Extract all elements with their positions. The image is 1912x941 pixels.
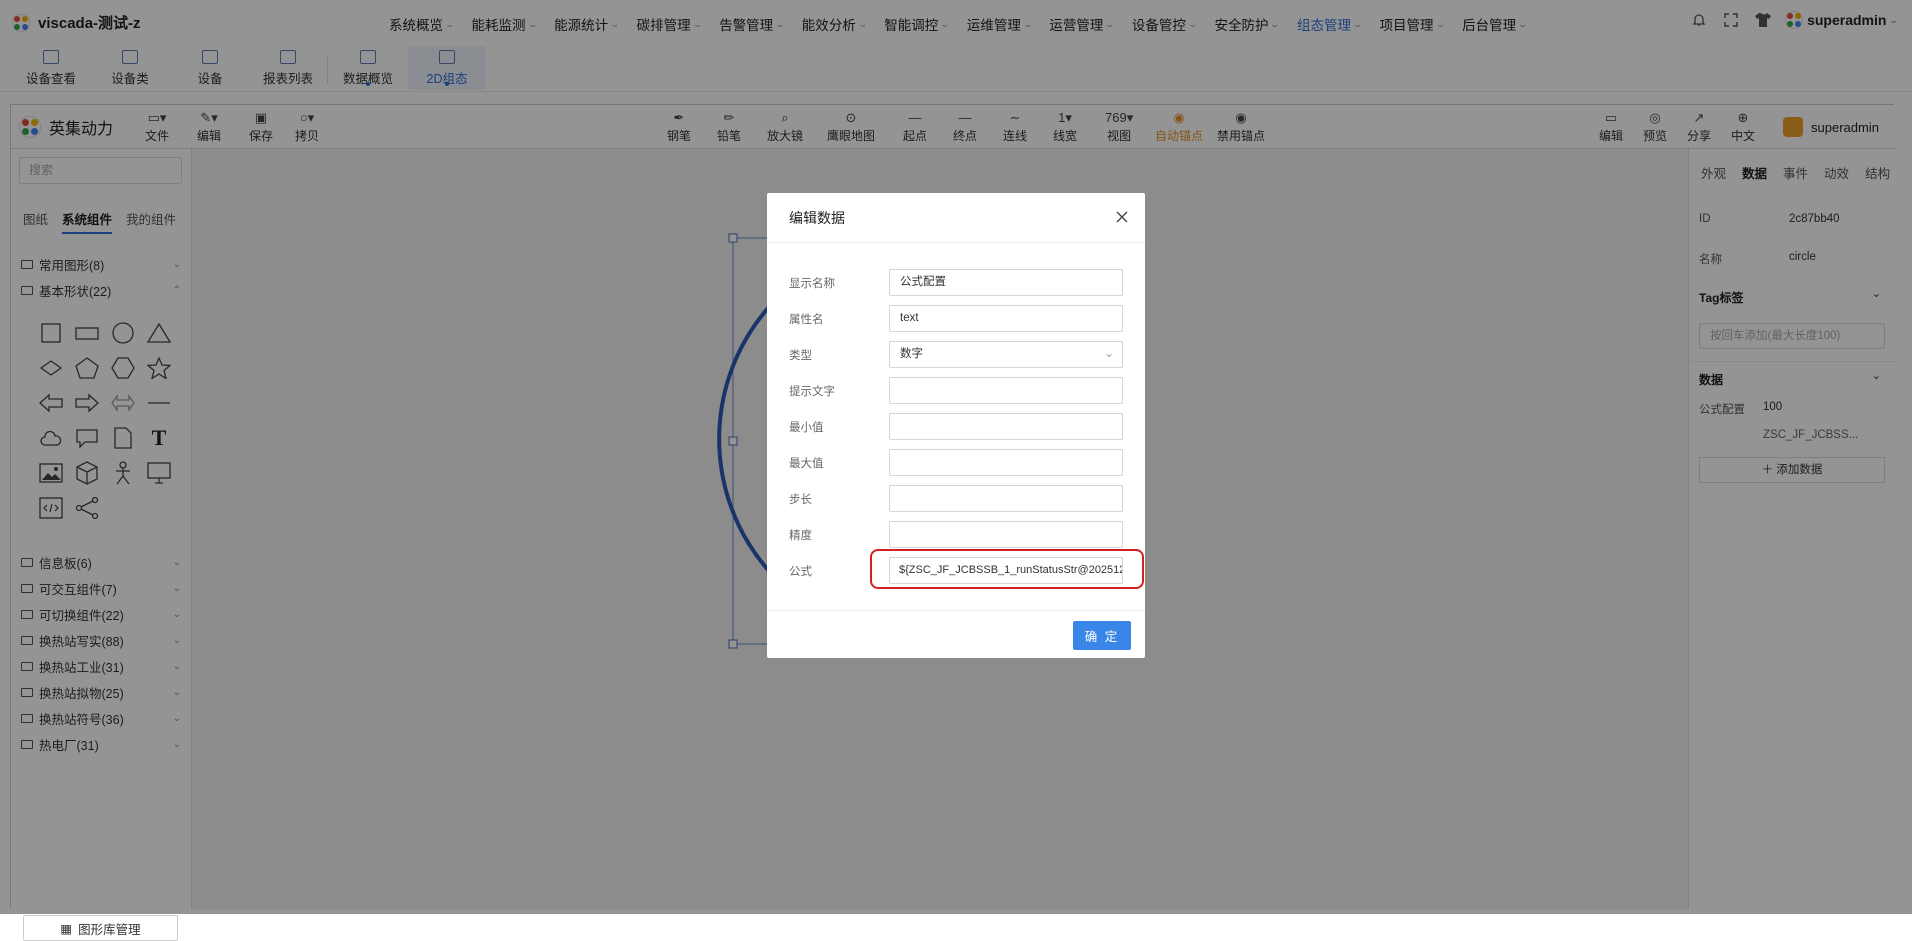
library-icon: ▦ — [60, 921, 73, 936]
precision-input[interactable] — [889, 521, 1123, 548]
close-icon[interactable] — [1115, 210, 1129, 224]
field-property-name: 属性名 text — [789, 305, 1123, 332]
confirm-button[interactable]: 确 定 — [1073, 621, 1131, 650]
max-input[interactable] — [889, 449, 1123, 476]
dialog-footer: 确 定 — [767, 610, 1145, 658]
library-manage-button[interactable]: ▦ 图形库管理 — [23, 915, 178, 941]
hint-input[interactable] — [889, 377, 1123, 404]
min-input[interactable] — [889, 413, 1123, 440]
dialog-title: 编辑数据 — [767, 193, 1145, 243]
chevron-down-icon: ⌄ — [1104, 348, 1114, 360]
property-name-input[interactable]: text — [889, 305, 1123, 332]
field-max: 最大值 — [789, 449, 1123, 476]
step-input[interactable] — [889, 485, 1123, 512]
field-min: 最小值 — [789, 413, 1123, 440]
field-step: 步长 — [789, 485, 1123, 512]
field-type: 类型 数字 ⌄ — [789, 341, 1123, 368]
field-hint: 提示文字 — [789, 377, 1123, 404]
field-display-name: 显示名称 公式配置 — [789, 269, 1123, 296]
type-select[interactable]: 数字 ⌄ — [889, 341, 1123, 368]
highlight-annotation — [870, 549, 1144, 589]
display-name-input[interactable]: 公式配置 — [889, 269, 1123, 296]
field-precision: 精度 — [789, 521, 1123, 548]
